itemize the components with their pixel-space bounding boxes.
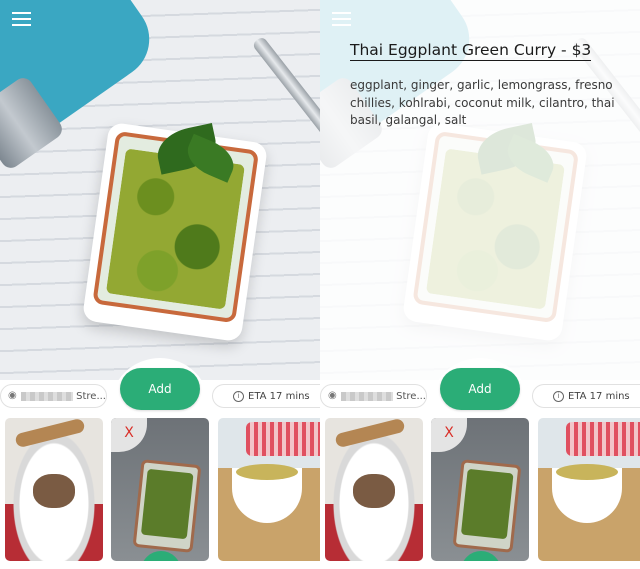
map-pin-icon: ◉: [8, 390, 17, 401]
dish-info-panel: Thai Eggplant Green Curry - $3 eggplant,…: [350, 40, 618, 130]
hamburger-menu-icon[interactable]: [332, 11, 354, 28]
eta-text: ETA 17 mins: [248, 390, 310, 402]
dish-ingredients: eggplant, ginger, garlic, lemongrass, fr…: [350, 78, 615, 127]
address-street-label: Stre...: [396, 390, 426, 402]
remove-item-button[interactable]: X: [431, 418, 467, 452]
eta-text: ETA 17 mins: [568, 390, 630, 402]
screen-details-view: Thai Eggplant Green Curry - $3 eggplant,…: [320, 0, 640, 569]
address-redacted: [20, 391, 74, 401]
green-curry-thumbnail[interactable]: X: [431, 418, 529, 561]
add-button[interactable]: Add: [120, 368, 200, 410]
yellow-curry-thumbnail[interactable]: [218, 418, 320, 561]
info-clock-icon: i: [233, 390, 244, 402]
screen-photo-view: ◉ Stre... Add i ETA 17 mins X: [0, 0, 320, 569]
eta-badge: i ETA 17 mins: [212, 384, 320, 408]
green-curry-thumbnail[interactable]: X: [111, 418, 209, 561]
hamburger-menu-icon[interactable]: [12, 11, 34, 28]
map-pin-icon: ◉: [328, 390, 337, 401]
dish-hero-photo: [0, 0, 320, 380]
info-clock-icon: i: [553, 390, 564, 402]
remove-item-button[interactable]: X: [111, 418, 147, 452]
add-button[interactable]: Add: [440, 368, 520, 410]
address-street-label: Stre...: [76, 390, 106, 402]
dish-title: Thai Eggplant Green Curry - $3: [350, 41, 592, 61]
delivery-address-field[interactable]: ◉ Stre...: [0, 384, 107, 408]
braised-dish-thumbnail[interactable]: [325, 418, 423, 561]
braised-dish-thumbnail[interactable]: [5, 418, 103, 561]
delivery-address-field[interactable]: ◉ Stre...: [320, 384, 427, 408]
yellow-curry-thumbnail[interactable]: [538, 418, 640, 561]
eta-badge: i ETA 17 mins: [532, 384, 640, 408]
address-redacted: [340, 391, 394, 401]
